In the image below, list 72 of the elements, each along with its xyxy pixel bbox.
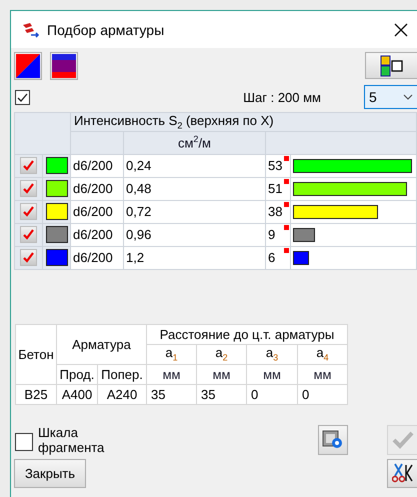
row-checkbox[interactable] bbox=[20, 180, 37, 198]
marker-icon bbox=[284, 156, 289, 161]
rebar-cell: d6/200 bbox=[70, 223, 124, 246]
table-cell: B25 bbox=[16, 384, 56, 404]
table-cell: 0 bbox=[298, 384, 348, 404]
settings-button[interactable] bbox=[318, 424, 348, 455]
value-cell: 1,2 bbox=[124, 246, 266, 270]
column-header: Бетон bbox=[16, 324, 56, 384]
marker-icon bbox=[284, 202, 289, 207]
count-cell: 53 bbox=[268, 158, 282, 174]
column-header: a$_{2}$ bbox=[196, 344, 246, 364]
table-title: Интенсивность S$_{2}$ (верхняя по X) bbox=[70, 112, 416, 132]
striped-color-button[interactable] bbox=[50, 52, 78, 80]
count-cell: 9 bbox=[268, 227, 276, 242]
scissors-button[interactable] bbox=[387, 458, 417, 488]
color-swatch[interactable] bbox=[46, 157, 68, 174]
count-cell: 51 bbox=[268, 181, 282, 196]
value-cell: 0,72 bbox=[124, 200, 266, 224]
unit-header: см$^{2}$/м bbox=[124, 131, 266, 154]
chevron-down-icon bbox=[403, 94, 413, 100]
rebar-cell: d6/200 bbox=[70, 177, 124, 200]
table-cell: A240 bbox=[98, 384, 146, 404]
table-cell: 0 bbox=[246, 384, 298, 404]
color-swatch[interactable] bbox=[46, 203, 68, 220]
row-checkbox[interactable] bbox=[20, 249, 37, 266]
scissors-icon bbox=[392, 463, 414, 484]
unit-header: мм bbox=[196, 364, 246, 384]
column-header: Арматура bbox=[56, 324, 146, 364]
palette-button[interactable] bbox=[365, 52, 417, 79]
color-swatch[interactable] bbox=[46, 180, 68, 198]
unit-header: мм bbox=[298, 364, 348, 384]
palette-icon bbox=[380, 54, 404, 76]
table-cell: 35 bbox=[196, 384, 246, 404]
column-header: a$_{1}$ bbox=[146, 344, 196, 364]
column-header: a$_{3}$ bbox=[246, 344, 298, 364]
settings-icon bbox=[322, 430, 344, 450]
value-cell: 0,24 bbox=[124, 154, 266, 178]
checkbox[interactable] bbox=[15, 90, 30, 104]
unit-header: мм bbox=[146, 364, 196, 384]
app-icon bbox=[21, 22, 39, 38]
count-cell: 38 bbox=[268, 204, 282, 220]
column-header: a$_{4}$ bbox=[298, 344, 348, 364]
count-cell: 6 bbox=[268, 250, 276, 266]
marker-icon bbox=[284, 178, 289, 184]
rebar-cell: d6/200 bbox=[70, 200, 124, 224]
step-label: Шаг : 200 мм bbox=[243, 90, 321, 104]
row-checkbox[interactable] bbox=[20, 157, 37, 174]
value-cell: 0,48 bbox=[124, 177, 266, 200]
rebar-cell: d6/200 bbox=[70, 246, 124, 270]
column-header: Попер. bbox=[98, 364, 146, 384]
count-dropdown[interactable]: 5 bbox=[364, 85, 417, 109]
color-swatch[interactable] bbox=[46, 226, 68, 244]
checkmark-icon bbox=[392, 430, 414, 449]
scale-label: Шкала фрагмента bbox=[38, 424, 106, 455]
marker-icon bbox=[284, 248, 289, 253]
rebar-cell: d6/200 bbox=[70, 154, 124, 178]
striped-color-icon bbox=[52, 54, 76, 78]
unit-header: мм bbox=[246, 364, 298, 384]
split-color-icon bbox=[16, 54, 40, 78]
color-swatch[interactable] bbox=[46, 249, 68, 266]
table-cell: A400 bbox=[56, 384, 98, 404]
row-checkbox[interactable] bbox=[20, 203, 37, 220]
scale-checkbox[interactable] bbox=[15, 432, 33, 451]
split-color-button[interactable] bbox=[14, 52, 42, 80]
close-button[interactable]: Закрыть bbox=[14, 458, 86, 488]
table-cell: 35 bbox=[146, 384, 196, 404]
value-cell: 0,96 bbox=[124, 223, 266, 246]
column-header: Прод. bbox=[56, 364, 98, 384]
marker-icon bbox=[284, 224, 289, 230]
row-checkbox[interactable] bbox=[20, 226, 37, 244]
column-header: Расстояние до ц.т. арматуры bbox=[146, 324, 348, 344]
window-title: Подбор арматуры bbox=[47, 22, 164, 38]
